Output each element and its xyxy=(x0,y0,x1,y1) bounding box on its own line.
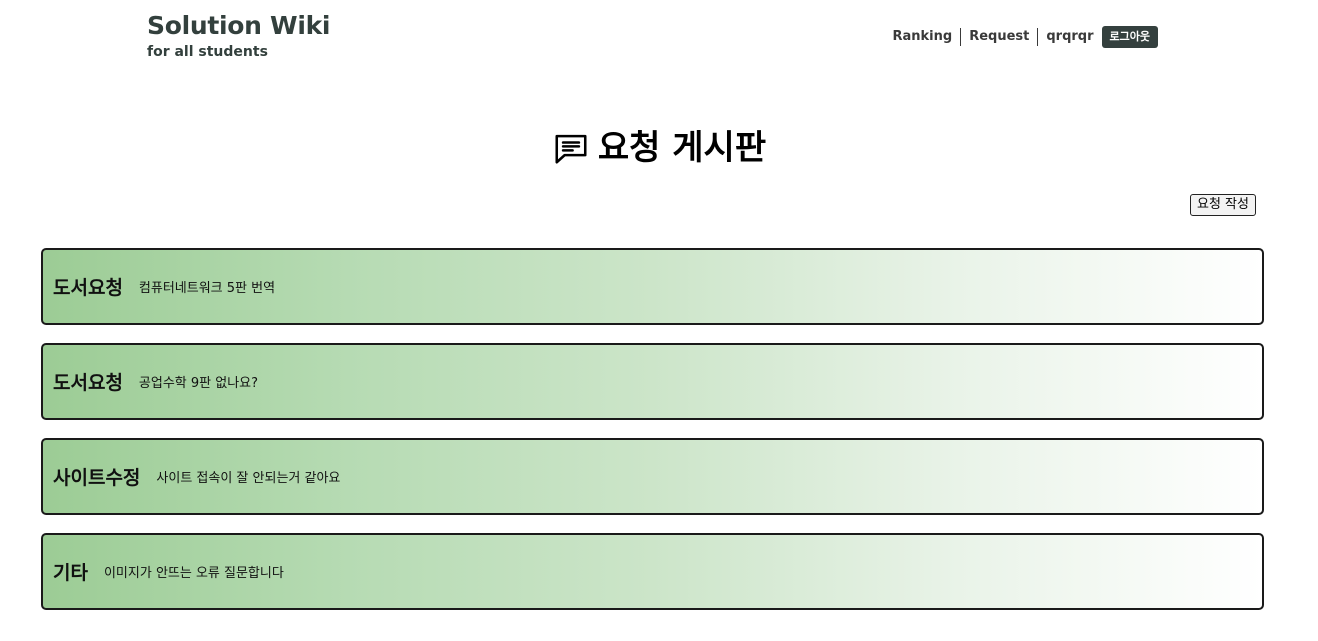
page-title: 요청 게시판 xyxy=(0,124,1318,172)
request-item[interactable]: 도서요청 컴퓨터네트워크 5판 번역 xyxy=(41,248,1264,325)
request-title: 공업수학 9판 없나요? xyxy=(138,376,259,391)
request-item[interactable]: 도서요청 공업수학 9판 없나요? xyxy=(41,343,1264,420)
write-request-button[interactable]: 요청 작성 xyxy=(1190,194,1256,216)
top-nav: Ranking Request qrqrqr 로그아웃 xyxy=(884,26,1158,48)
site-header: Solution Wiki for all students Ranking R… xyxy=(0,0,1318,80)
request-category: 사이트수정 xyxy=(53,467,141,489)
request-title: 이미지가 안뜨는 오류 질문합니다 xyxy=(103,566,284,581)
nav-request-link[interactable]: Request xyxy=(961,28,1037,46)
message-square-lines-icon xyxy=(555,134,587,164)
nav-username-link[interactable]: qrqrqr xyxy=(1038,28,1101,46)
request-list: 도서요청 컴퓨터네트워크 5판 번역 도서요청 공업수학 9판 없나요? 사이트… xyxy=(41,248,1264,628)
request-category: 기타 xyxy=(53,562,88,584)
logout-button[interactable]: 로그아웃 xyxy=(1101,26,1158,48)
request-item[interactable]: 기타 이미지가 안뜨는 오류 질문합니다 xyxy=(41,533,1264,610)
request-category: 도서요청 xyxy=(53,372,123,394)
request-item[interactable]: 사이트수정 사이트 접속이 잘 안되는거 같아요 xyxy=(41,438,1264,515)
brand[interactable]: Solution Wiki for all students xyxy=(147,11,330,63)
nav-ranking-link[interactable]: Ranking xyxy=(884,28,960,46)
brand-title[interactable]: Solution Wiki xyxy=(147,11,330,41)
request-title: 컴퓨터네트워크 5판 번역 xyxy=(138,281,276,296)
request-category: 도서요청 xyxy=(53,277,123,299)
page-title-text: 요청 게시판 xyxy=(597,128,767,168)
brand-subtitle: for all students xyxy=(147,44,268,60)
request-title: 사이트 접속이 잘 안되는거 같아요 xyxy=(156,471,341,486)
